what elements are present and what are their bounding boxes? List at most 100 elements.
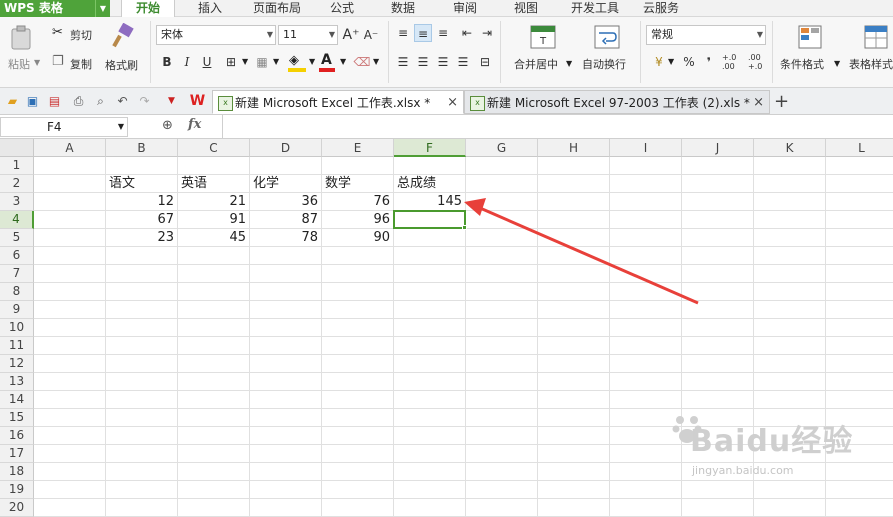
cell-b15[interactable] [106,409,178,427]
cell-k20[interactable] [754,499,826,517]
cell-c7[interactable] [178,265,250,283]
column-header-a[interactable]: A [34,139,106,157]
cell-i3[interactable] [610,193,682,211]
align-top-icon[interactable]: ≡ [394,24,412,42]
cell-d11[interactable] [250,337,322,355]
cell-i7[interactable] [610,265,682,283]
cell-a17[interactable] [34,445,106,463]
chevron-down-icon[interactable]: ▼ [34,58,40,67]
align-bottom-icon[interactable]: ≡ [434,24,452,42]
cell-d1[interactable] [250,157,322,175]
cell-k1[interactable] [754,157,826,175]
tab-home[interactable]: 开始 [121,0,175,17]
tab-formulas[interactable]: 公式 [320,0,364,17]
cell-c9[interactable] [178,301,250,319]
new-tab-button[interactable]: + [774,91,789,112]
row-header-15[interactable]: 15 [0,409,34,427]
cell-a12[interactable] [34,355,106,373]
merge-center-button[interactable]: T 合并居中 ▼ [510,23,576,81]
cell-f1[interactable] [394,157,466,175]
cell-g18[interactable] [466,463,538,481]
print-preview-icon[interactable]: ⌕ [92,93,109,110]
customize-toolbar-icon[interactable]: ▼ [163,93,180,110]
column-header-c[interactable]: C [178,139,250,157]
column-header-h[interactable]: H [538,139,610,157]
cell-g19[interactable] [466,481,538,499]
cell-b1[interactable] [106,157,178,175]
cell-k5[interactable] [754,229,826,247]
cell-f5[interactable] [394,229,466,247]
cell-e15[interactable] [322,409,394,427]
cell-d16[interactable] [250,427,322,445]
cell-e1[interactable] [322,157,394,175]
cell-h15[interactable] [538,409,610,427]
currency-icon[interactable]: ¥ [650,53,668,71]
cell-g5[interactable] [466,229,538,247]
cell-b7[interactable] [106,265,178,283]
row-header-13[interactable]: 13 [0,373,34,391]
cell-j10[interactable] [682,319,754,337]
cell-j8[interactable] [682,283,754,301]
cell-d18[interactable] [250,463,322,481]
cell-h9[interactable] [538,301,610,319]
cell-a7[interactable] [34,265,106,283]
row-header-8[interactable]: 8 [0,283,34,301]
cell-g10[interactable] [466,319,538,337]
cell-b16[interactable] [106,427,178,445]
chevron-down-icon[interactable]: ▼ [340,57,346,66]
cell-i6[interactable] [610,247,682,265]
cell-i1[interactable] [610,157,682,175]
cell-d2[interactable]: 化学 [250,175,322,193]
tab-data[interactable]: 数据 [381,0,425,17]
cell-b5[interactable]: 23 [106,229,178,247]
row-header-6[interactable]: 6 [0,247,34,265]
row-header-4[interactable]: 4 [0,211,34,229]
cell-i13[interactable] [610,373,682,391]
cell-j3[interactable] [682,193,754,211]
cell-j1[interactable] [682,157,754,175]
cell-c20[interactable] [178,499,250,517]
cell-h16[interactable] [538,427,610,445]
tab-developer[interactable]: 开发工具 [563,0,627,17]
open-folder-icon[interactable]: ▰ [4,93,21,110]
row-header-10[interactable]: 10 [0,319,34,337]
cell-j5[interactable] [682,229,754,247]
tab-insert[interactable]: 插入 [187,0,233,17]
decrease-font-size-icon[interactable]: A⁻ [362,26,380,44]
cell-c14[interactable] [178,391,250,409]
cell-d17[interactable] [250,445,322,463]
cell-l9[interactable] [826,301,893,319]
row-header-3[interactable]: 3 [0,193,34,211]
cell-k6[interactable] [754,247,826,265]
tab-review[interactable]: 审阅 [443,0,487,17]
cell-c4[interactable]: 91 [178,211,250,229]
cell-c13[interactable] [178,373,250,391]
cell-a3[interactable] [34,193,106,211]
cell-g11[interactable] [466,337,538,355]
cell-a10[interactable] [34,319,106,337]
cell-d4[interactable]: 87 [250,211,322,229]
cell-i2[interactable] [610,175,682,193]
cell-e7[interactable] [322,265,394,283]
cell-f16[interactable] [394,427,466,445]
app-menu-button[interactable]: WPS 表格 ▼ [0,0,110,17]
cell-e17[interactable] [322,445,394,463]
cell-e8[interactable] [322,283,394,301]
cell-k4[interactable] [754,211,826,229]
cell-h4[interactable] [538,211,610,229]
row-header-11[interactable]: 11 [0,337,34,355]
row-header-17[interactable]: 17 [0,445,34,463]
fill-handle[interactable] [462,225,467,230]
cell-e4[interactable]: 96 [322,211,394,229]
cell-g1[interactable] [466,157,538,175]
cell-l10[interactable] [826,319,893,337]
cell-a18[interactable] [34,463,106,481]
cell-b17[interactable] [106,445,178,463]
export-pdf-icon[interactable]: ▤ [46,93,63,110]
cell-l12[interactable] [826,355,893,373]
cell-a14[interactable] [34,391,106,409]
redo-icon[interactable]: ↷ [136,93,153,110]
cell-h17[interactable] [538,445,610,463]
increase-decimal-button[interactable]: +.0 .00 [722,53,742,71]
conditional-format-button[interactable]: 条件格式 ▼ [778,23,842,81]
